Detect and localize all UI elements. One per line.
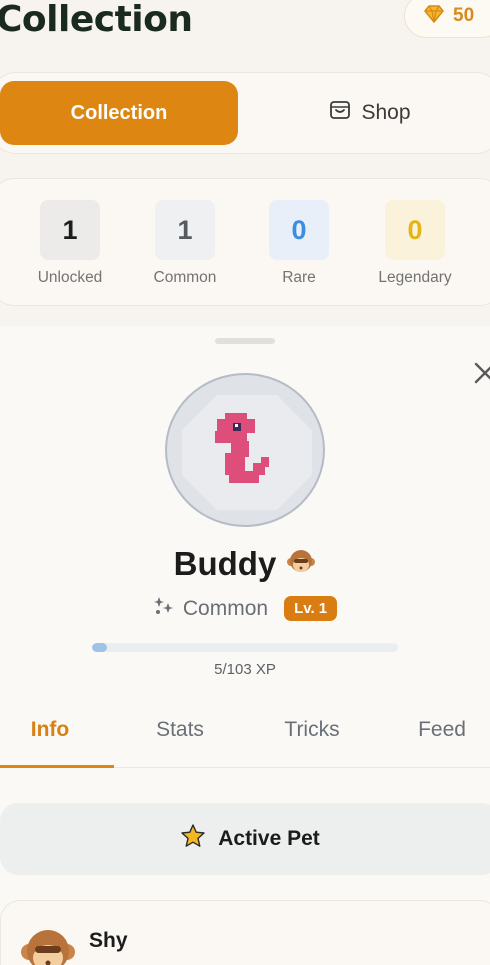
pet-avatar (165, 373, 325, 527)
xp-progress-bar (92, 643, 398, 652)
gem-balance-chip[interactable]: 50 (404, 0, 490, 38)
monkey-face-icon (286, 548, 316, 581)
shop-bag-icon (329, 99, 351, 127)
active-tab-indicator (0, 765, 114, 768)
pet-rarity: Common (182, 596, 269, 620)
stat-unlocked-label: Unlocked (37, 269, 103, 286)
stat-unlocked-value: 1 (40, 200, 100, 260)
stat-legendary-label: Legendary (378, 269, 452, 286)
stat-legendary: 0 Legendary (360, 200, 470, 287)
pet-rarity-row: Common Lv. 1 (0, 595, 490, 622)
stat-unlocked: 1 Unlocked (15, 200, 125, 287)
active-pet-label: Active Pet (218, 827, 320, 850)
pet-name: Buddy (173, 545, 277, 582)
stat-common: 1 Common (130, 200, 240, 287)
page-title: Collection (0, 0, 193, 40)
sheet-drag-handle[interactable] (215, 338, 275, 344)
tab-shop[interactable]: Shop (250, 81, 490, 145)
stat-rare-value: 0 (269, 200, 329, 260)
monkey-face-icon (20, 926, 76, 965)
close-button[interactable] (470, 358, 490, 388)
tab-feed[interactable]: Feed (392, 718, 490, 758)
xp-progress-fill (92, 643, 107, 652)
tab-stats[interactable]: Stats (130, 718, 230, 758)
gem-count: 50 (453, 5, 475, 26)
close-icon (470, 362, 490, 392)
active-pet-button[interactable]: Active Pet (0, 803, 490, 875)
gem-icon (423, 4, 445, 29)
sparkle-icon (153, 595, 175, 622)
stat-rare-label: Rare (282, 269, 316, 286)
xp-text: 5/103 XP (214, 661, 276, 678)
tab-info[interactable]: Info (0, 718, 100, 758)
pet-name-row: Buddy (0, 545, 490, 583)
trait-name: Shy (89, 929, 128, 952)
stat-common-value: 1 (155, 200, 215, 260)
stat-common-label: Common (153, 269, 217, 286)
tab-shop-label: Shop (361, 101, 411, 124)
star-icon (180, 823, 206, 855)
level-badge: Lv. 1 (284, 596, 338, 621)
tab-tricks[interactable]: Tricks (262, 718, 362, 758)
tab-collection[interactable]: Collection (0, 81, 238, 145)
stat-rare: 0 Rare (244, 200, 354, 287)
stat-legendary-value: 0 (385, 200, 445, 260)
tab-collection-label: Collection (70, 101, 168, 124)
